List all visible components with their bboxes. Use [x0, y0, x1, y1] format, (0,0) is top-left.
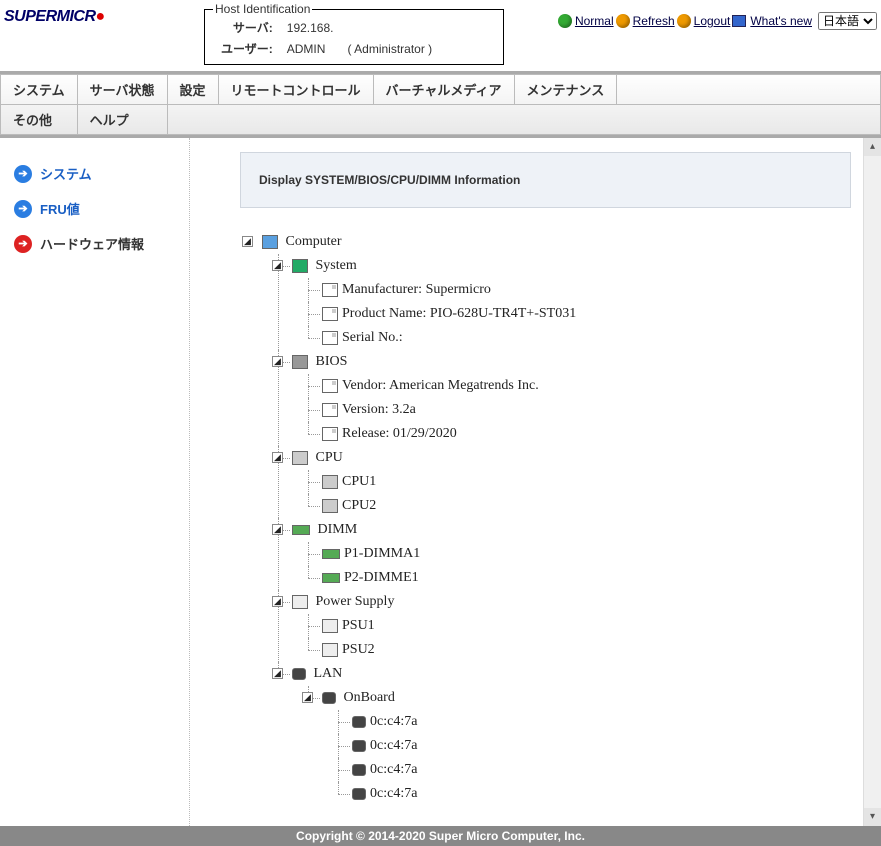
- tree-toggle[interactable]: ◢: [272, 452, 283, 463]
- tree-leaf-mac[interactable]: 0c:c4:7a: [370, 714, 417, 729]
- page-icon: [322, 427, 338, 441]
- user-role: ( Administrator ): [341, 39, 438, 58]
- menu-other[interactable]: その他: [1, 105, 78, 135]
- tree-toggle[interactable]: ◢: [272, 260, 283, 271]
- tree-toggle[interactable]: ◢: [272, 524, 283, 535]
- tree-leaf-vendor[interactable]: Vendor: American Megatrends Inc.: [342, 378, 539, 393]
- lan-icon: [352, 788, 366, 800]
- tree-leaf-release[interactable]: Release: 01/29/2020: [342, 426, 457, 441]
- logout-icon: [677, 14, 691, 28]
- arrow-icon: ➔: [14, 165, 32, 183]
- lan-icon: [352, 740, 366, 752]
- tree-toggle[interactable]: ◢: [272, 596, 283, 607]
- tree-node-system[interactable]: System: [316, 258, 357, 273]
- scroll-down-icon[interactable]: ▾: [864, 808, 881, 826]
- scroll-up-icon[interactable]: ▴: [864, 138, 881, 156]
- status-normal-icon: [558, 14, 572, 28]
- tree-node-bios[interactable]: BIOS: [316, 354, 348, 369]
- main-menu: システム サーバ状態 設定 リモートコントロール バーチャルメディア メンテナン…: [0, 71, 881, 138]
- tree-node-onboard[interactable]: OnBoard: [344, 690, 395, 705]
- tree-leaf-mac[interactable]: 0c:c4:7a: [370, 762, 417, 777]
- vertical-scrollbar[interactable]: ▴ ▾: [863, 138, 881, 826]
- tree-leaf-manufacturer[interactable]: Manufacturer: Supermicro: [342, 282, 491, 297]
- tree-leaf-cpu2[interactable]: CPU2: [342, 498, 376, 513]
- tree-node-dimm[interactable]: DIMM: [318, 522, 358, 537]
- tree-leaf-product[interactable]: Product Name: PIO-628U-TR4T+-ST031: [342, 306, 576, 321]
- lan-icon: [322, 692, 336, 704]
- user-label: ユーザー:: [215, 39, 279, 58]
- dimm-icon: [322, 549, 340, 559]
- refresh-link[interactable]: Refresh: [633, 14, 675, 28]
- arrow-icon: ➔: [14, 200, 32, 218]
- user-value: ADMIN: [281, 39, 340, 58]
- sidebar-item-system[interactable]: ➔ システム: [8, 156, 181, 191]
- info-banner: Display SYSTEM/BIOS/CPU/DIMM Information: [240, 152, 851, 208]
- psu-icon: [322, 643, 338, 657]
- logo-text: SUPERMICR: [4, 8, 96, 25]
- hardware-tree: ◢ Computer ◢ System Manufacturer: Superm…: [240, 230, 851, 806]
- page-icon: [322, 283, 338, 297]
- page-icon: [322, 403, 338, 417]
- sidebar-item-fru[interactable]: ➔ FRU値: [8, 191, 181, 226]
- menu-maintenance[interactable]: メンテナンス: [514, 75, 617, 105]
- bios-icon: [292, 355, 308, 369]
- tree-leaf-version[interactable]: Version: 3.2a: [342, 402, 416, 417]
- system-icon: [292, 259, 308, 273]
- menu-help[interactable]: ヘルプ: [77, 105, 167, 135]
- sidebar-item-label: ハードウェア情報: [40, 234, 144, 253]
- menu-system[interactable]: システム: [1, 75, 78, 105]
- cpu-icon: [322, 499, 338, 513]
- tree-node-cpu[interactable]: CPU: [316, 450, 343, 465]
- tree-leaf-cpu1[interactable]: CPU1: [342, 474, 376, 489]
- logo: SUPERMICR●: [4, 2, 204, 26]
- refresh-icon: [616, 14, 630, 28]
- tree-leaf-mac[interactable]: 0c:c4:7a: [370, 738, 417, 753]
- arrow-icon: ➔: [14, 235, 32, 253]
- lan-icon: [352, 764, 366, 776]
- cpu-icon: [292, 451, 308, 465]
- page-icon: [322, 379, 338, 393]
- host-identification-box: Host Identification サーバ: 192.168. ユーザー: …: [204, 2, 504, 65]
- dimm-icon: [292, 525, 310, 535]
- server-label: サーバ:: [215, 18, 279, 37]
- footer-copyright: Copyright © 2014-2020 Super Micro Comput…: [0, 826, 881, 846]
- language-select[interactable]: 日本語: [818, 12, 877, 30]
- host-id-legend: Host Identification: [213, 2, 312, 16]
- lan-icon: [352, 716, 366, 728]
- menu-server-status[interactable]: サーバ状態: [77, 75, 167, 105]
- lan-icon: [292, 668, 306, 680]
- whatsnew-icon: [732, 15, 746, 27]
- sidebar-item-hardware-info[interactable]: ➔ ハードウェア情報: [8, 226, 181, 261]
- normal-link[interactable]: Normal: [575, 14, 614, 28]
- cpu-icon: [322, 475, 338, 489]
- tree-toggle[interactable]: ◢: [272, 668, 283, 679]
- tree-leaf-dimm2[interactable]: P2-DIMME1: [344, 570, 419, 585]
- menu-settings[interactable]: 設定: [167, 75, 218, 105]
- tree-node-lan[interactable]: LAN: [314, 666, 343, 681]
- tree-toggle[interactable]: ◢: [242, 236, 253, 247]
- sidebar-item-label: システム: [40, 164, 92, 183]
- sidebar: ➔ システム ➔ FRU値 ➔ ハードウェア情報: [0, 138, 190, 826]
- tree-leaf-serial[interactable]: Serial No.:: [342, 330, 403, 345]
- whatsnew-link[interactable]: What's new: [750, 14, 812, 28]
- menu-virtual-media[interactable]: バーチャルメディア: [373, 75, 514, 105]
- psu-icon: [322, 619, 338, 633]
- page-icon: [322, 331, 338, 345]
- computer-icon: [262, 235, 278, 249]
- tree-leaf-mac[interactable]: 0c:c4:7a: [370, 786, 417, 801]
- sidebar-item-label: FRU値: [40, 199, 80, 218]
- logout-link[interactable]: Logout: [694, 14, 731, 28]
- page-icon: [322, 307, 338, 321]
- server-value: 192.168.: [281, 18, 340, 37]
- tree-toggle[interactable]: ◢: [302, 692, 313, 703]
- tree-node-computer[interactable]: Computer: [286, 234, 342, 249]
- tree-leaf-psu1[interactable]: PSU1: [342, 618, 375, 633]
- menu-remote-control[interactable]: リモートコントロール: [218, 75, 373, 105]
- tree-node-psu[interactable]: Power Supply: [316, 594, 395, 609]
- dimm-icon: [322, 573, 340, 583]
- tree-leaf-psu2[interactable]: PSU2: [342, 642, 375, 657]
- psu-icon: [292, 595, 308, 609]
- tree-toggle[interactable]: ◢: [272, 356, 283, 367]
- tree-leaf-dimm1[interactable]: P1-DIMMA1: [344, 546, 420, 561]
